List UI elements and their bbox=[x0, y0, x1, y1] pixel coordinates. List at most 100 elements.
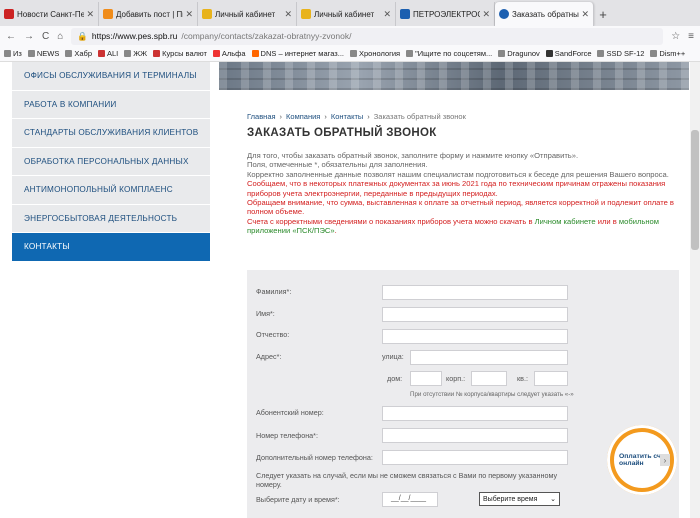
star-icon[interactable]: ☆ bbox=[671, 31, 680, 42]
bookmark-icon bbox=[650, 50, 658, 57]
favicon-icon bbox=[499, 9, 509, 19]
notice-p5: Обращаем внимание, что сумма, выставленн… bbox=[247, 198, 674, 217]
bookmarks-bar: Из NEWS Хабр ALI ЖЖ Курсы валют Альфа DN… bbox=[0, 46, 700, 62]
chevron-right-icon: › bbox=[279, 112, 283, 121]
chevron-right-icon[interactable]: › bbox=[660, 454, 670, 466]
browser-tab[interactable]: Личный кабинет ✕ bbox=[198, 2, 297, 26]
sidebar-item-energy-sales[interactable]: ЭНЕРГОСБЫТОВАЯ ДЕЯТЕЛЬНОСТЬ bbox=[12, 204, 210, 233]
sidebar-item-personal-data[interactable]: ОБРАБОТКА ПЕРСОНАЛЬНЫХ ДАННЫХ bbox=[12, 147, 210, 176]
browser-tab[interactable]: Новости Санкт-Петер✕ bbox=[0, 2, 99, 26]
close-icon[interactable]: ✕ bbox=[581, 9, 589, 20]
bookmark-item[interactable]: Dism++ bbox=[650, 49, 685, 58]
bookmark-item[interactable]: NEWS bbox=[27, 49, 59, 58]
close-icon[interactable]: ✕ bbox=[383, 9, 391, 20]
sidebar-item-standards[interactable]: СТАНДАРТЫ ОБСЛУЖИВАНИЯ КЛИЕНТОВ bbox=[12, 119, 210, 148]
bookmark-label: Из bbox=[13, 49, 22, 58]
sidebar-item-antimonopoly[interactable]: АНТИМОНОПОЛЬНЫЙ КОМПЛАЕНС bbox=[12, 176, 210, 205]
home-icon[interactable]: ⌂ bbox=[57, 31, 63, 42]
intro-p3: Корректно заполненные данные позволят на… bbox=[247, 169, 669, 179]
account-label: Абонентский номер: bbox=[256, 408, 324, 417]
scrollbar-thumb[interactable] bbox=[691, 130, 699, 250]
bookmark-label: SSD SF-12 bbox=[606, 49, 645, 58]
bookmark-icon bbox=[350, 50, 357, 57]
phone-label: Номер телефона*: bbox=[256, 431, 318, 440]
forward-icon[interactable]: → bbox=[24, 31, 34, 42]
account-field[interactable] bbox=[382, 406, 568, 421]
bookmark-item[interactable]: ЖЖ bbox=[124, 49, 147, 58]
surname-field[interactable] bbox=[382, 285, 568, 300]
bookmark-item[interactable]: Курсы валют bbox=[153, 49, 207, 58]
menu-icon[interactable]: ≡ bbox=[688, 31, 694, 42]
header-banner-image bbox=[219, 62, 689, 90]
name-field[interactable] bbox=[382, 307, 568, 322]
sidebar-menu: ОФИСЫ ОБСЛУЖИВАНИЯ И ТЕРМИНАЛЫ РАБОТА В … bbox=[12, 62, 210, 262]
notice-text: Счета с корректными сведениями о показан… bbox=[247, 216, 535, 226]
date-field[interactable]: __/__/____ bbox=[382, 492, 438, 507]
tab-label: Новости Санкт-Петер bbox=[17, 9, 85, 19]
new-tab-button[interactable]: + bbox=[594, 2, 612, 26]
breadcrumb-contacts[interactable]: Контакты bbox=[331, 112, 363, 121]
datetime-label: Выберите дату и время*: bbox=[256, 495, 340, 504]
street-field[interactable] bbox=[410, 350, 568, 365]
bookmark-icon bbox=[97, 50, 105, 57]
sidebar-item-careers[interactable]: РАБОТА В КОМПАНИИ bbox=[12, 90, 210, 119]
folder-icon bbox=[27, 50, 35, 57]
bookmark-icon bbox=[65, 50, 73, 57]
close-icon[interactable]: ✕ bbox=[482, 9, 490, 20]
bookmark-item[interactable]: Из bbox=[4, 49, 22, 58]
bookmark-item[interactable]: Dragunov bbox=[498, 49, 540, 58]
browser-tab[interactable]: Личный кабинет ✕ bbox=[297, 2, 396, 26]
browser-tab[interactable]: ПЕТРОЭЛЕКТРОСБЫТ✕ bbox=[396, 2, 495, 26]
bookmark-icon bbox=[124, 50, 132, 57]
bookmark-label: Dragunov bbox=[507, 49, 540, 58]
page-content: ОФИСЫ ОБСЛУЖИВАНИЯ И ТЕРМИНАЛЫ РАБОТА В … bbox=[0, 62, 700, 518]
close-icon[interactable]: ✕ bbox=[284, 9, 292, 20]
time-select[interactable]: Выберите время ⌄ bbox=[479, 492, 560, 506]
sidebar-item-contacts[interactable]: КОНТАКТЫ bbox=[12, 233, 210, 262]
breadcrumb-company[interactable]: Компания bbox=[286, 112, 320, 121]
bookmark-icon bbox=[498, 50, 506, 57]
chevron-right-icon: › bbox=[367, 112, 370, 121]
bookmark-item[interactable]: "Ищите по соцсетям... bbox=[406, 49, 492, 58]
bookmark-item[interactable]: DNS – интернет магаз... bbox=[251, 49, 344, 58]
bookmark-item[interactable]: SSD SF-12 bbox=[597, 49, 644, 58]
address-hint: При отсутствии № корпуса/квартиры следуе… bbox=[410, 391, 574, 398]
tab-label: Добавить пост | Пикаб bbox=[116, 9, 183, 19]
corp-field[interactable] bbox=[471, 371, 507, 386]
breadcrumb-home[interactable]: Главная bbox=[247, 112, 276, 121]
close-icon[interactable]: ✕ bbox=[86, 9, 94, 20]
back-icon[interactable]: ← bbox=[6, 31, 16, 42]
tab-label: Личный кабинет bbox=[314, 9, 375, 19]
lock-icon: 🔒 bbox=[77, 30, 88, 41]
url-path: /company/contacts/zakazat-obratnyy-zvono… bbox=[181, 31, 352, 41]
bookmark-item[interactable]: SandForce bbox=[545, 49, 591, 58]
intro-p1: Для того, чтобы заказать обратный звонок… bbox=[247, 151, 579, 160]
bookmark-label: Курсы валют bbox=[162, 49, 207, 58]
bookmark-item[interactable]: ALI bbox=[97, 49, 118, 58]
tab-label: Личный кабинет bbox=[215, 9, 276, 19]
browser-tab[interactable]: Добавить пост | Пикаб✕ bbox=[99, 2, 198, 26]
chevron-down-icon: ⌄ bbox=[550, 496, 556, 503]
url-domain: https://www.pes.spb.ru bbox=[91, 31, 178, 41]
extra-phone-field[interactable] bbox=[382, 450, 568, 465]
bookmark-item[interactable]: Альфа bbox=[212, 49, 246, 58]
corp-label: корп.: bbox=[446, 374, 466, 383]
notice-text: . bbox=[334, 226, 337, 236]
url-bar[interactable]: 🔒 https://www.pes.spb.ru/company/contact… bbox=[71, 27, 664, 45]
sidebar-item-offices[interactable]: ОФИСЫ ОБСЛУЖИВАНИЯ И ТЕРМИНАЛЫ bbox=[12, 62, 210, 91]
phone-field[interactable] bbox=[382, 428, 568, 443]
personal-cabinet-link[interactable]: Личном кабинете bbox=[535, 217, 596, 226]
house-field[interactable] bbox=[410, 371, 442, 386]
flat-field[interactable] bbox=[534, 371, 568, 386]
bookmark-item[interactable]: Хронология bbox=[350, 49, 400, 58]
notice-p6: Счета с корректными сведениями о показан… bbox=[247, 217, 679, 236]
name-label: Имя*: bbox=[256, 309, 275, 318]
scrollbar[interactable] bbox=[690, 62, 700, 518]
patronymic-field[interactable] bbox=[382, 329, 568, 344]
notice-text: или в bbox=[595, 216, 619, 226]
bookmark-item[interactable]: Хабр bbox=[65, 49, 92, 58]
browser-tab-active[interactable]: Заказать обратный зв✕ bbox=[495, 2, 594, 26]
bookmark-icon bbox=[597, 50, 605, 57]
close-icon[interactable]: ✕ bbox=[185, 9, 193, 20]
reload-icon[interactable]: C bbox=[42, 31, 49, 42]
